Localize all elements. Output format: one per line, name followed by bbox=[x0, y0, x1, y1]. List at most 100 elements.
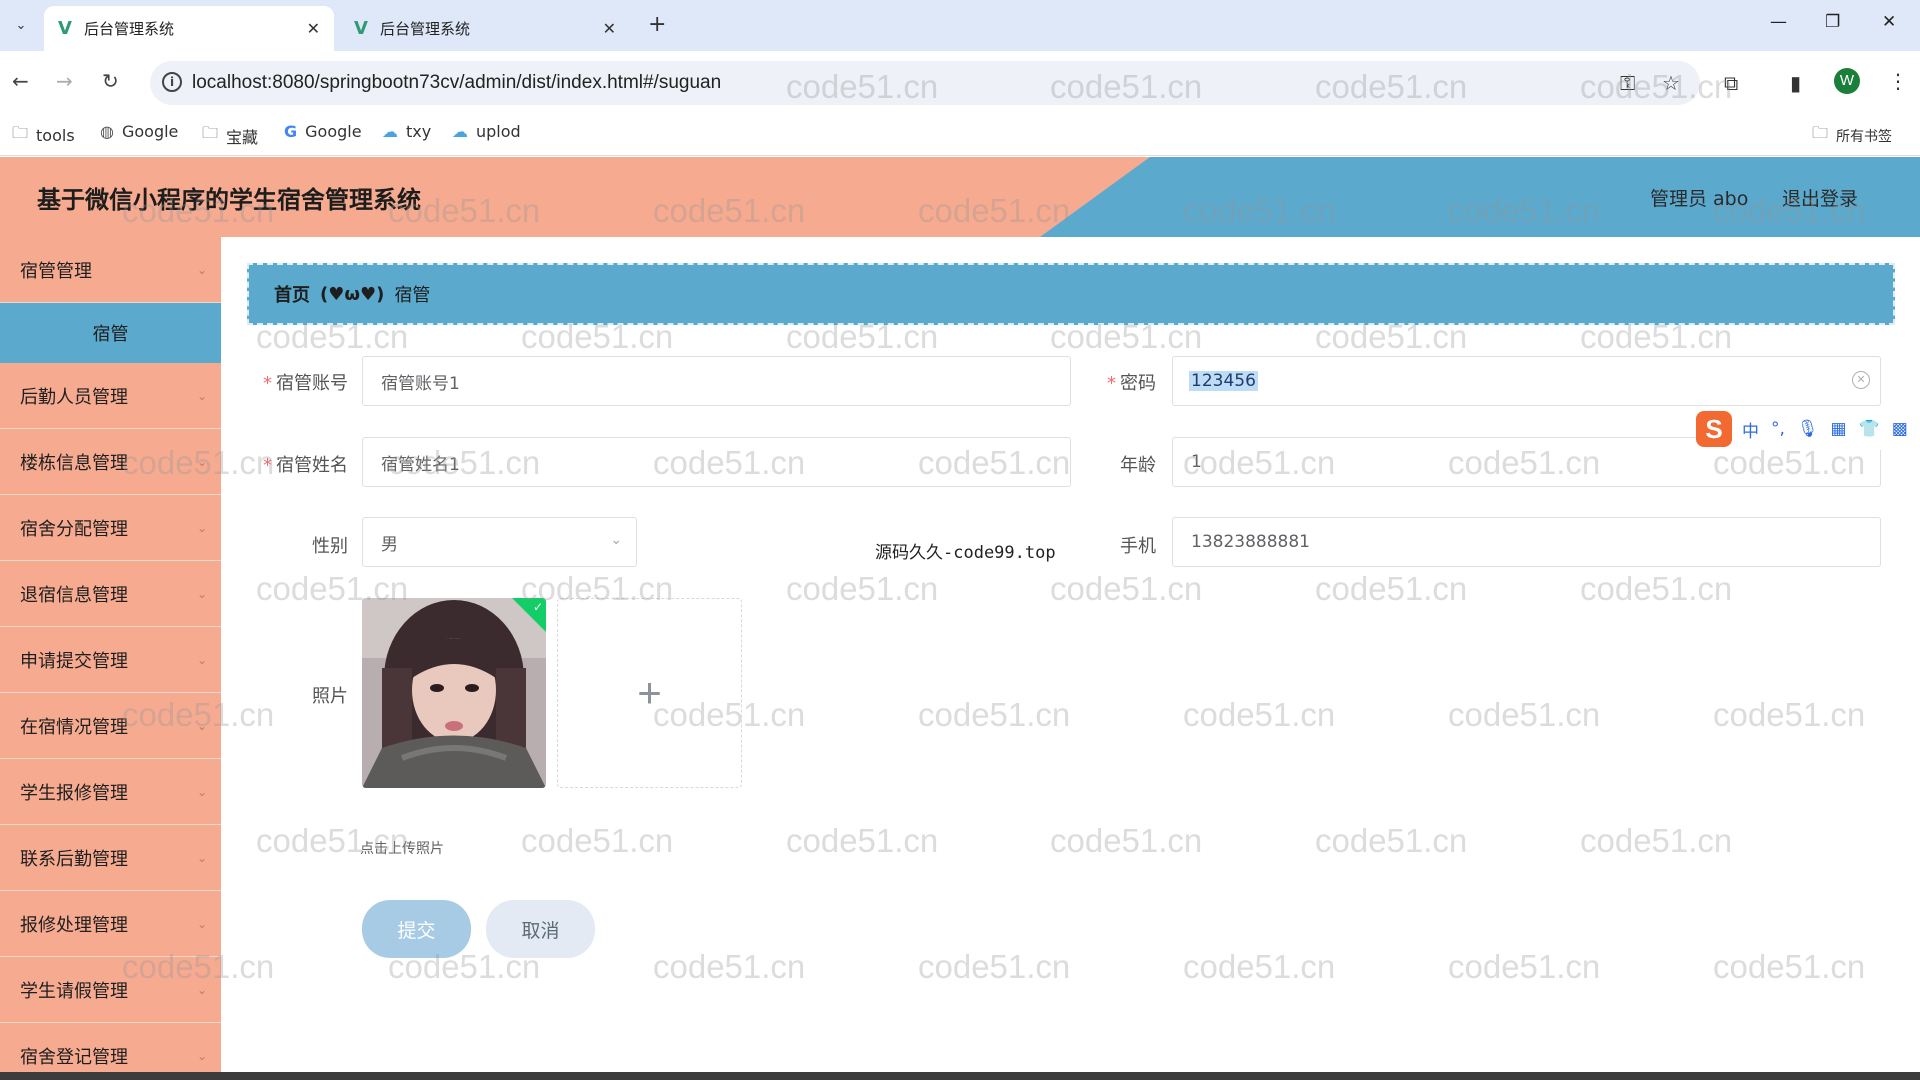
new-tab-icon[interactable]: + bbox=[648, 12, 666, 37]
site-info-icon[interactable]: i bbox=[162, 72, 182, 92]
grid-menu-icon[interactable]: ▩ bbox=[1892, 419, 1908, 439]
microphone-icon[interactable]: 🎙 bbox=[1797, 419, 1819, 439]
bookmark-star-icon[interactable]: ☆ bbox=[1662, 71, 1680, 95]
sidebar-item-zaisu[interactable]: 在宿情况管理 ⌄ bbox=[0, 693, 221, 759]
bookmark-tools[interactable]: 🗀 tools bbox=[12, 122, 75, 149]
password-key-icon[interactable]: ⚿ bbox=[1620, 71, 1635, 95]
ime-punct[interactable]: °, bbox=[1771, 419, 1785, 439]
back-icon[interactable]: ← bbox=[12, 69, 29, 93]
sidebar-item-fenpei[interactable]: 宿舍分配管理 ⌄ bbox=[0, 495, 221, 561]
sidebar-item-label: 退宿信息管理 bbox=[20, 584, 128, 606]
sidebar-item-label: 宿管管理 bbox=[20, 260, 92, 282]
sidebar-item-lianxi[interactable]: 联系后勤管理 ⌄ bbox=[0, 825, 221, 891]
browser-tab-active[interactable]: V 后台管理系统 ✕ bbox=[44, 6, 334, 51]
omnibox[interactable]: i localhost:8080/springbootn73cv/admin/d… bbox=[150, 61, 1700, 105]
logout-link[interactable]: 退出登录 bbox=[1782, 184, 1858, 211]
vue-favicon-icon: V bbox=[58, 18, 72, 39]
watermark: code51.cn bbox=[1448, 948, 1601, 985]
required-mark: * bbox=[263, 373, 272, 394]
watermark: code51.cn bbox=[1183, 696, 1336, 733]
sidebar-item-label: 宿舍登记管理 bbox=[20, 1046, 128, 1068]
restore-icon[interactable]: ❐ bbox=[1825, 12, 1840, 32]
folder-icon: 🗀 bbox=[202, 123, 219, 142]
folder-icon: 🗀 bbox=[1812, 123, 1829, 142]
sidebar-item-loudong[interactable]: 楼栋信息管理 ⌄ bbox=[0, 429, 221, 495]
skin-shirt-icon[interactable]: 👕 bbox=[1859, 419, 1880, 439]
required-mark: * bbox=[263, 455, 272, 476]
sidebar-item-label: 学生报修管理 bbox=[20, 782, 128, 804]
sidebar-item-shenqing[interactable]: 申请提交管理 ⌄ bbox=[0, 627, 221, 693]
watermark: code51.cn bbox=[1183, 948, 1336, 985]
phone-input[interactable]: 13823888881 bbox=[1172, 517, 1881, 567]
sidebar-item-dengji[interactable]: 宿舍登记管理 ⌄ bbox=[0, 1023, 221, 1072]
breadcrumb-home[interactable]: 首页 bbox=[274, 281, 310, 307]
name-input[interactable]: 宿管姓名1 bbox=[362, 437, 1071, 487]
chevron-down-icon: ⌄ bbox=[196, 520, 207, 535]
bookmark-label: Google bbox=[305, 122, 362, 141]
app-header: 基于微信小程序的学生宿舍管理系统 管理员 abo 退出登录 bbox=[0, 157, 1920, 237]
uploaded-photo[interactable]: ✓ bbox=[362, 598, 546, 788]
sidebar-item-tuisu[interactable]: 退宿信息管理 ⌄ bbox=[0, 561, 221, 627]
menu-kebab-icon[interactable]: ⋮ bbox=[1888, 69, 1908, 93]
close-tab-icon[interactable]: ✕ bbox=[603, 19, 616, 38]
label-text: 密码 bbox=[1120, 373, 1156, 394]
sidebar-item-label: 宿舍分配管理 bbox=[20, 518, 128, 540]
breadcrumb: 首页 (♥ω♥) 宿管 bbox=[247, 263, 1895, 325]
bookmark-baozang[interactable]: 🗀 宝藏 bbox=[202, 122, 258, 149]
gender-label: 性别 bbox=[312, 536, 348, 557]
browser-tab[interactable]: V 后台管理系统 ✕ bbox=[340, 6, 630, 51]
forward-icon[interactable]: → bbox=[56, 69, 73, 93]
gender-select[interactable]: 男 ⌄ bbox=[362, 517, 637, 567]
bookmark-label: Google bbox=[121, 122, 179, 141]
sidebar-item-label: 报修处理管理 bbox=[20, 914, 128, 936]
extensions-icon[interactable]: ⧉ bbox=[1724, 71, 1738, 95]
chevron-down-icon: ⌄ bbox=[196, 718, 207, 733]
profile-avatar[interactable]: W bbox=[1834, 68, 1860, 94]
tab-title: 后台管理系统 bbox=[83, 20, 174, 38]
tab-search-icon[interactable]: ⌄ bbox=[8, 12, 34, 38]
bookmark-txy[interactable]: ☁ txy bbox=[382, 122, 431, 141]
watermark: code51.cn bbox=[1713, 696, 1866, 733]
watermark: code51.cn bbox=[786, 822, 939, 859]
bookmark-google-2[interactable]: G Google bbox=[284, 122, 362, 141]
password-input[interactable]: 123456 ✕ bbox=[1172, 356, 1881, 406]
bookmark-uplod[interactable]: ☁ uplod bbox=[452, 122, 521, 141]
ime-mode[interactable]: 中 bbox=[1742, 417, 1759, 442]
chevron-down-icon: ⌄ bbox=[196, 652, 207, 667]
required-mark: * bbox=[1107, 373, 1116, 394]
clear-icon[interactable]: ✕ bbox=[1852, 371, 1870, 389]
keyboard-icon[interactable]: ▦ bbox=[1831, 419, 1847, 439]
account-input[interactable]: 宿管账号1 bbox=[362, 356, 1071, 406]
watermark: code51.cn bbox=[1315, 822, 1468, 859]
google-icon: G bbox=[284, 122, 298, 141]
age-label: 年龄 bbox=[1120, 455, 1156, 476]
watermark: code51.cn bbox=[1580, 822, 1733, 859]
bookmark-google[interactable]: ◍ Google bbox=[100, 122, 178, 141]
window-close-icon[interactable]: ✕ bbox=[1882, 12, 1896, 32]
upload-plus-button[interactable]: + bbox=[557, 598, 742, 788]
url-text[interactable]: localhost:8080/springbootn73cv/admin/dis… bbox=[192, 72, 721, 94]
sidebar-item-baoxiu[interactable]: 学生报修管理 ⌄ bbox=[0, 759, 221, 825]
sidebar-subitem-suguan[interactable]: 宿管 bbox=[0, 303, 221, 363]
sidebar-item-chuli[interactable]: 报修处理管理 ⌄ bbox=[0, 891, 221, 957]
cancel-button[interactable]: 取消 bbox=[486, 900, 595, 958]
close-tab-icon[interactable]: ✕ bbox=[307, 19, 320, 38]
reload-icon[interactable]: ↻ bbox=[102, 69, 119, 93]
chevron-down-icon: ⌄ bbox=[196, 454, 207, 469]
watermark: code51.cn bbox=[1713, 948, 1866, 985]
sidebar-item-houqin[interactable]: 后勤人员管理 ⌄ bbox=[0, 363, 221, 429]
minimize-icon[interactable]: — bbox=[1770, 12, 1787, 32]
side-panel-icon[interactable]: ▮ bbox=[1790, 71, 1801, 95]
sidebar-item-qingjia[interactable]: 学生请假管理 ⌄ bbox=[0, 957, 221, 1023]
submit-button[interactable]: 提交 bbox=[362, 900, 471, 958]
ime-toolbar: S 中 °, 🎙 ▦ 👕 ▩ bbox=[1696, 408, 1920, 450]
app-title: 基于微信小程序的学生宿舍管理系统 bbox=[37, 186, 421, 214]
globe-icon: ◍ bbox=[100, 122, 114, 141]
upload-success-badge: ✓ bbox=[512, 598, 546, 632]
sogou-logo-icon[interactable]: S bbox=[1696, 411, 1732, 447]
bookmark-label: uplod bbox=[476, 122, 521, 141]
all-bookmarks[interactable]: 🗀 所有书签 bbox=[1812, 122, 1892, 149]
bottom-scrollbar bbox=[0, 1072, 1920, 1080]
sidebar-item-label: 在宿情况管理 bbox=[20, 716, 128, 738]
sidebar-item-suguan[interactable]: 宿管管理 ⌄ bbox=[0, 237, 221, 303]
